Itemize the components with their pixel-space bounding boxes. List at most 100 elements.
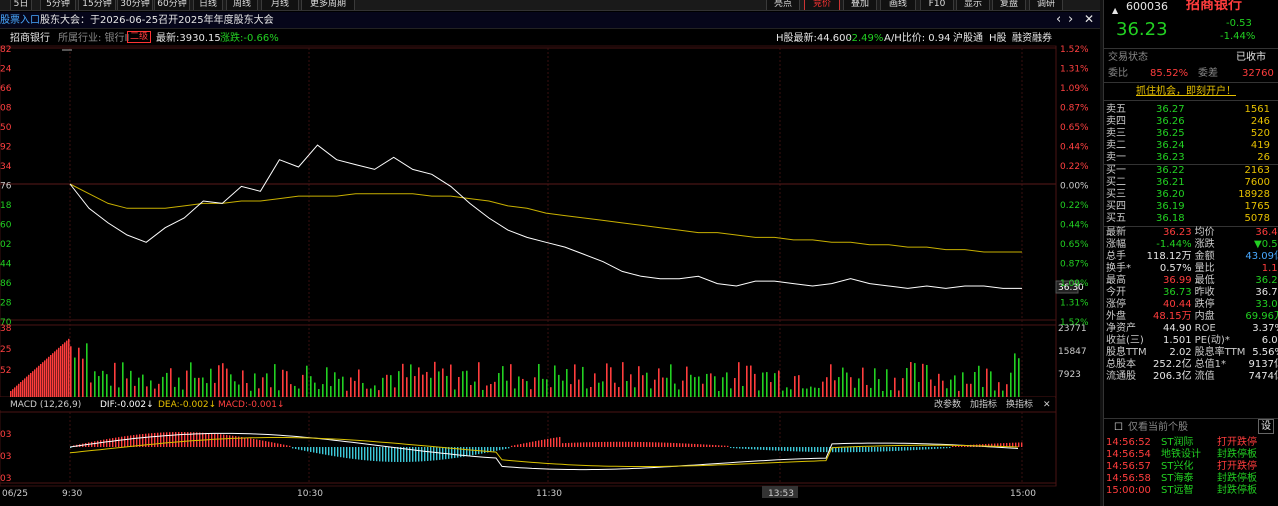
volume-bar: [206, 383, 208, 397]
macd-bar: [262, 440, 264, 447]
volume-bar: [294, 385, 296, 397]
volume-bar: [426, 371, 428, 397]
stat-value: 36.76: [1255, 287, 1278, 298]
stat-label: 总值1*: [1194, 359, 1227, 370]
order-row[interactable]: 买五 36.18 5078: [1106, 213, 1276, 225]
volume-bar: [32, 371, 34, 397]
macd-bar: [112, 438, 114, 447]
volume-bar: [12, 389, 14, 397]
ticker-time: 14:56:54: [1106, 449, 1151, 460]
volume-bar: [854, 387, 856, 397]
macd-bar: [175, 432, 177, 447]
volume-bar: [30, 373, 32, 397]
macd-bar: [277, 443, 279, 447]
macd-bar: [349, 447, 351, 459]
order-row[interactable]: 买三 36.20 18928: [1106, 189, 1276, 201]
macd-bar: [118, 437, 120, 447]
order-row[interactable]: 卖三 36.25 520: [1106, 128, 1276, 140]
macd-bar: [496, 447, 498, 451]
stat-label: 均价: [1194, 227, 1215, 238]
pct-axis-tick: 0.22%: [1060, 162, 1089, 172]
macd-bar: [739, 447, 741, 449]
pct-axis-tick: 1.31%: [1060, 65, 1089, 75]
macd-bar: [808, 447, 810, 452]
volume-bar: [942, 380, 944, 397]
macd-bar: [520, 443, 522, 447]
volume-bar: [874, 368, 876, 397]
order-row[interactable]: 买四 36.19 1765: [1106, 201, 1276, 213]
stat-label: 股息率TTM: [1194, 347, 1246, 358]
stat-row: 最高 36.99最低 36.20: [1106, 275, 1278, 287]
ticker-row[interactable]: 14:56:52 ST润际 打开跌停: [1106, 437, 1278, 449]
macd-bar: [172, 432, 174, 447]
macd-add-button[interactable]: 加指标: [970, 398, 997, 410]
order-row[interactable]: 卖五 36.27 1561: [1106, 104, 1276, 116]
volume-bar: [350, 377, 352, 397]
volume-bar: [278, 390, 280, 397]
volume-bar: [302, 374, 304, 397]
macd-bar: [895, 447, 897, 451]
filter-checkbox[interactable]: ☐: [1114, 421, 1123, 434]
ticker-row[interactable]: 14:56:54 地铁设计 封跌停板: [1106, 449, 1278, 461]
price-axis-tick: 76: [0, 182, 12, 192]
ticker-row[interactable]: 14:56:57 ST兴化 打开跌停: [1106, 461, 1278, 473]
volume-bar: [66, 340, 68, 397]
ticker-row[interactable]: 15:00:00 ST远智 封跌停板: [1106, 485, 1278, 497]
macd-bar: [700, 444, 702, 447]
volume-bar: [56, 349, 58, 397]
order-row[interactable]: 卖一 36.23 26: [1106, 152, 1276, 164]
stats-table: 最新 36.23均价 36.48 涨幅 -1.44%涨跌 ▼0.53 总手 118.12万金额…: [1106, 227, 1278, 383]
time-axis-tick: 15:00: [1010, 489, 1036, 499]
stat-row: 今开 36.73昨收 36.76: [1106, 287, 1278, 299]
menu-icon[interactable]: ▲: [1112, 4, 1118, 17]
volume-bar: [622, 362, 624, 397]
stat-label: 股息TTM: [1106, 347, 1147, 358]
vol-axis-tick: 38: [0, 324, 12, 334]
volume-bar: [438, 371, 440, 397]
ticker-stock: ST润际: [1161, 437, 1194, 448]
order-row[interactable]: 买二 36.21 7600: [1106, 177, 1276, 189]
macd-param-button[interactable]: 改参数: [934, 398, 961, 410]
volume-bar: [446, 375, 448, 397]
settings-button[interactable]: 设: [1258, 419, 1274, 434]
macd-bar: [793, 447, 795, 452]
volume-bar: [62, 344, 64, 397]
volume-bar: [526, 381, 528, 397]
price-axis-tick: 24: [0, 65, 12, 75]
stat-value: 6.03: [1261, 335, 1278, 346]
ask-table: 卖五 36.27 1561 卖四 36.26 246 卖三 36.25 520 卖二 36.24 41…: [1106, 104, 1276, 164]
chart-area[interactable]: 36.30 8224660850923476186002448628703825…: [0, 0, 1100, 506]
volume-bar: [702, 383, 704, 397]
volume-bar: [598, 382, 600, 397]
stat-value: 40.44: [1163, 299, 1192, 310]
volume-bar: [618, 387, 620, 397]
volume-bar: [162, 376, 164, 397]
price-axis-tick: 28: [0, 299, 12, 309]
volume-bar: [34, 369, 36, 397]
macd-bar: [916, 447, 918, 450]
stat-value: 43.09亿: [1245, 251, 1278, 262]
macd-close-icon[interactable]: ✕: [1043, 400, 1051, 410]
stat-value: 252.2亿: [1153, 359, 1192, 370]
macd-bar: [760, 447, 762, 450]
order-row[interactable]: 卖二 36.24 419: [1106, 140, 1276, 152]
order-row[interactable]: 买一 36.22 2163: [1106, 165, 1276, 177]
order-row[interactable]: 卖四 36.26 246: [1106, 116, 1276, 128]
macd-dif: DIF:-0.002↓: [100, 400, 154, 410]
price-axis-tick: 44: [0, 260, 12, 270]
volume-bar: [282, 369, 284, 397]
macd-bar: [394, 447, 396, 462]
stat-label: 净资产: [1106, 323, 1136, 334]
volume-bar: [170, 368, 172, 397]
ticker-row[interactable]: 14:56:58 ST海泰 封跌停板: [1106, 473, 1278, 485]
volume-bar: [442, 368, 444, 397]
pct-axis-tick: 0.87%: [1060, 260, 1089, 270]
promo-link[interactable]: 抓住机会，即刻开户！: [1136, 85, 1236, 98]
macd-switch-button[interactable]: 换指标: [1006, 398, 1033, 410]
macd-bar: [934, 447, 936, 449]
volume-bar: [44, 360, 46, 397]
macd-bar: [841, 447, 843, 453]
volume-bar: [510, 364, 512, 397]
macd-bar: [328, 447, 330, 456]
volume-bar: [98, 376, 100, 397]
